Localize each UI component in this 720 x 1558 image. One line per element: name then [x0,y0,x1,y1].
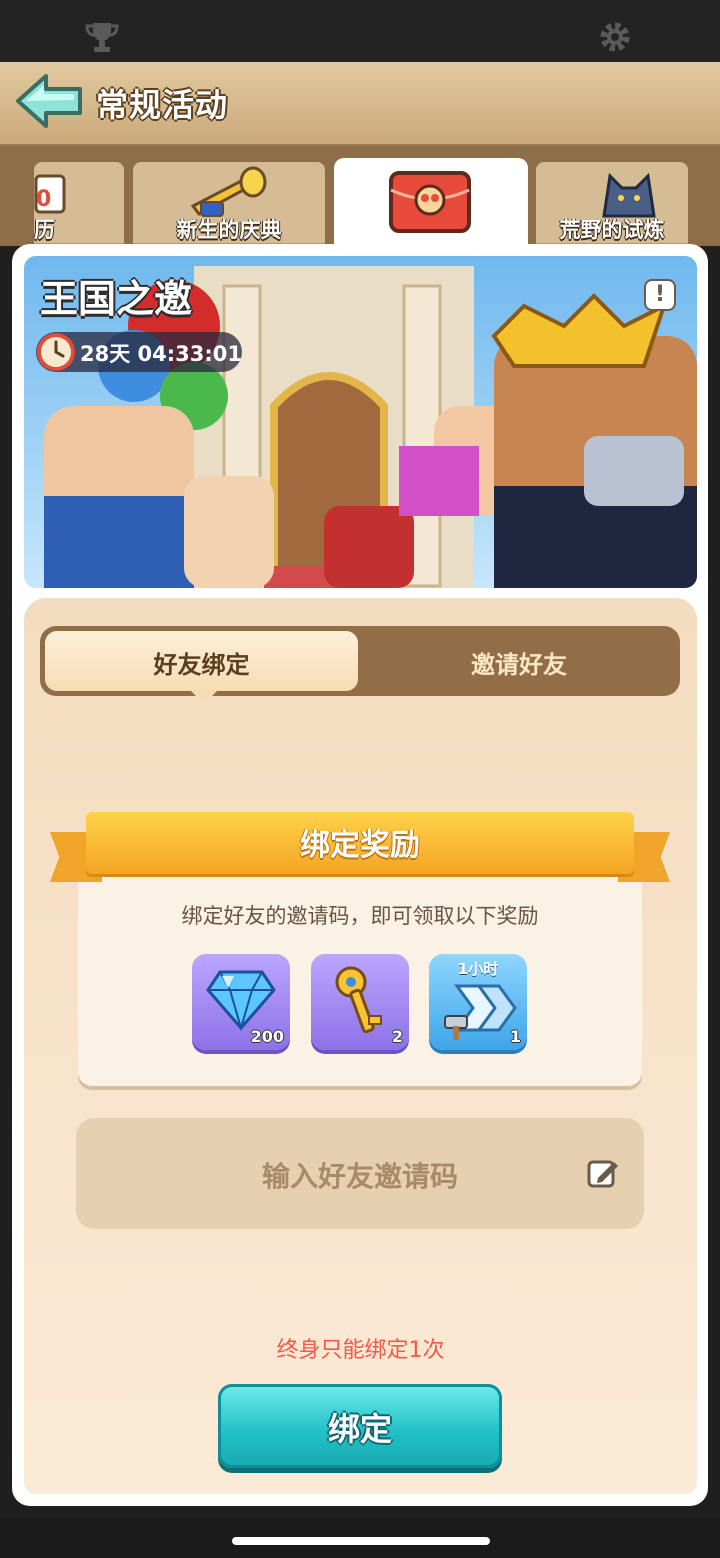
info-icon[interactable]: ! [644,279,676,311]
back-arrow-icon[interactable] [14,72,86,130]
segment-pointer [190,690,218,704]
reward-item-diamond[interactable]: 200 [192,954,290,1050]
reward-item-speedup[interactable]: 1小时 1 [429,954,527,1050]
tab-label: 荒野的试炼 [559,218,665,242]
reward-title: 绑定奖励 [300,828,420,863]
trumpet-icon [190,166,267,217]
trophy-icon[interactable] [84,20,120,54]
reward-item-key[interactable]: 2 [311,954,409,1050]
clock-icon [37,333,75,371]
red-envelope-icon [389,171,471,233]
tab-kingdom-invite[interactable] [334,158,528,250]
svg-text:0: 0 [36,187,51,212]
bind-button-label: 绑定 [327,1410,392,1448]
reward-count: 200 [250,1027,284,1046]
gear-icon[interactable] [598,20,632,54]
segment-invite-friends[interactable]: 邀请好友 [360,645,678,680]
tab-label: 新生的庆典 [176,218,282,242]
event-title: 王国之邀 [40,277,193,321]
tab-wild-trial[interactable]: 荒野的试炼 [536,162,688,246]
page-title: 常规活动 [96,86,229,124]
reward-description: 绑定好友的邀请码，即可领取以下奖励 [181,904,539,928]
invite-code-placeholder: 输入好友邀请码 [261,1160,458,1193]
home-indicator[interactable] [232,1537,490,1545]
segment-friend-bind-label: 好友绑定 [153,651,250,679]
reward-count: 1 [509,1027,521,1046]
diamond-icon [206,970,276,1032]
tab-newborn-celebration[interactable]: 新生的庆典 [133,162,325,246]
edit-icon[interactable] [586,1156,620,1190]
speedup-hammer-icon [444,984,517,1040]
bind-limit-note: 终身只能绑定1次 [276,1338,445,1363]
tab-label: 历 [34,218,55,242]
countdown-text: 28天 04:33:01 [80,342,243,366]
calendar-icon: 0 [34,174,66,214]
tab-calendar[interactable]: 0 历 [34,162,124,246]
reward-count: 2 [391,1027,403,1046]
golden-key-icon [335,966,382,1034]
